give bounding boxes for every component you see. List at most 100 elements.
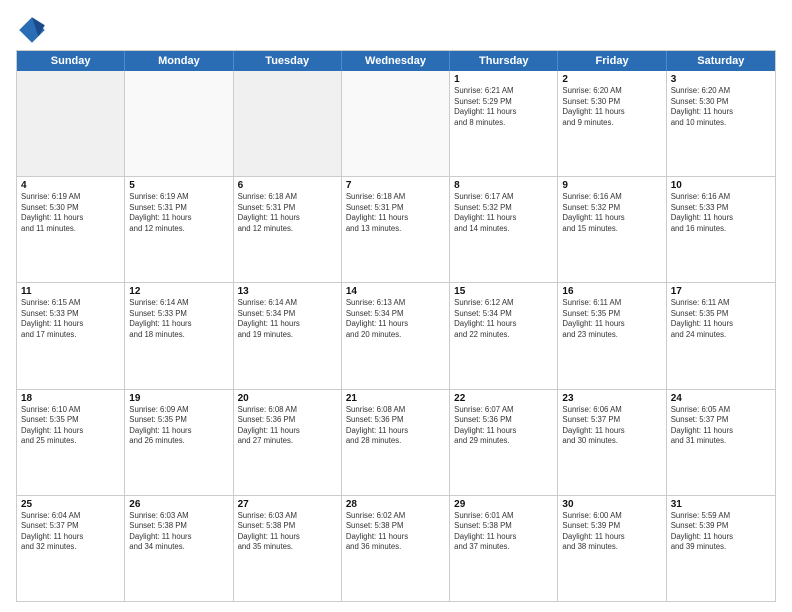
calendar-cell: 27Sunrise: 6:03 AM Sunset: 5:38 PM Dayli… [234, 496, 342, 601]
cell-info: Sunrise: 6:12 AM Sunset: 5:34 PM Dayligh… [454, 298, 553, 340]
cell-info: Sunrise: 6:02 AM Sunset: 5:38 PM Dayligh… [346, 511, 445, 553]
calendar-cell: 1Sunrise: 6:21 AM Sunset: 5:29 PM Daylig… [450, 71, 558, 176]
calendar-cell: 22Sunrise: 6:07 AM Sunset: 5:36 PM Dayli… [450, 390, 558, 495]
day-number: 10 [671, 180, 771, 191]
day-number: 27 [238, 499, 337, 510]
day-number: 22 [454, 393, 553, 404]
cell-info: Sunrise: 6:01 AM Sunset: 5:38 PM Dayligh… [454, 511, 553, 553]
day-number: 29 [454, 499, 553, 510]
cell-info: Sunrise: 6:11 AM Sunset: 5:35 PM Dayligh… [671, 298, 771, 340]
cell-info: Sunrise: 6:10 AM Sunset: 5:35 PM Dayligh… [21, 405, 120, 447]
cell-info: Sunrise: 6:18 AM Sunset: 5:31 PM Dayligh… [346, 192, 445, 234]
day-number: 31 [671, 499, 771, 510]
cell-info: Sunrise: 6:20 AM Sunset: 5:30 PM Dayligh… [671, 86, 771, 128]
day-number: 15 [454, 286, 553, 297]
calendar-cell: 19Sunrise: 6:09 AM Sunset: 5:35 PM Dayli… [125, 390, 233, 495]
calendar-cell: 14Sunrise: 6:13 AM Sunset: 5:34 PM Dayli… [342, 283, 450, 388]
day-number: 17 [671, 286, 771, 297]
cell-info: Sunrise: 6:04 AM Sunset: 5:37 PM Dayligh… [21, 511, 120, 553]
day-number: 5 [129, 180, 228, 191]
calendar-cell: 2Sunrise: 6:20 AM Sunset: 5:30 PM Daylig… [558, 71, 666, 176]
day-number: 30 [562, 499, 661, 510]
header-day: Thursday [450, 51, 558, 71]
calendar-cell: 24Sunrise: 6:05 AM Sunset: 5:37 PM Dayli… [667, 390, 775, 495]
calendar-cell: 11Sunrise: 6:15 AM Sunset: 5:33 PM Dayli… [17, 283, 125, 388]
cell-info: Sunrise: 6:03 AM Sunset: 5:38 PM Dayligh… [129, 511, 228, 553]
page: SundayMondayTuesdayWednesdayThursdayFrid… [0, 0, 792, 612]
day-number: 4 [21, 180, 120, 191]
calendar-cell: 13Sunrise: 6:14 AM Sunset: 5:34 PM Dayli… [234, 283, 342, 388]
day-number: 11 [21, 286, 120, 297]
calendar-header: SundayMondayTuesdayWednesdayThursdayFrid… [17, 51, 775, 71]
cell-info: Sunrise: 6:03 AM Sunset: 5:38 PM Dayligh… [238, 511, 337, 553]
calendar-cell: 9Sunrise: 6:16 AM Sunset: 5:32 PM Daylig… [558, 177, 666, 282]
calendar-row: 18Sunrise: 6:10 AM Sunset: 5:35 PM Dayli… [17, 389, 775, 495]
day-number: 9 [562, 180, 661, 191]
cell-info: Sunrise: 5:59 AM Sunset: 5:39 PM Dayligh… [671, 511, 771, 553]
cell-info: Sunrise: 6:19 AM Sunset: 5:31 PM Dayligh… [129, 192, 228, 234]
calendar-cell: 18Sunrise: 6:10 AM Sunset: 5:35 PM Dayli… [17, 390, 125, 495]
day-number: 21 [346, 393, 445, 404]
cell-info: Sunrise: 6:13 AM Sunset: 5:34 PM Dayligh… [346, 298, 445, 340]
header-day: Wednesday [342, 51, 450, 71]
day-number: 14 [346, 286, 445, 297]
cell-info: Sunrise: 6:21 AM Sunset: 5:29 PM Dayligh… [454, 86, 553, 128]
day-number: 12 [129, 286, 228, 297]
calendar-row: 1Sunrise: 6:21 AM Sunset: 5:29 PM Daylig… [17, 71, 775, 176]
cell-info: Sunrise: 6:14 AM Sunset: 5:33 PM Dayligh… [129, 298, 228, 340]
calendar-row: 11Sunrise: 6:15 AM Sunset: 5:33 PM Dayli… [17, 282, 775, 388]
calendar-cell [17, 71, 125, 176]
cell-info: Sunrise: 6:15 AM Sunset: 5:33 PM Dayligh… [21, 298, 120, 340]
cell-info: Sunrise: 6:07 AM Sunset: 5:36 PM Dayligh… [454, 405, 553, 447]
day-number: 7 [346, 180, 445, 191]
calendar-cell: 10Sunrise: 6:16 AM Sunset: 5:33 PM Dayli… [667, 177, 775, 282]
calendar-cell: 8Sunrise: 6:17 AM Sunset: 5:32 PM Daylig… [450, 177, 558, 282]
day-number: 18 [21, 393, 120, 404]
calendar-cell: 6Sunrise: 6:18 AM Sunset: 5:31 PM Daylig… [234, 177, 342, 282]
calendar-cell: 7Sunrise: 6:18 AM Sunset: 5:31 PM Daylig… [342, 177, 450, 282]
header-day: Sunday [17, 51, 125, 71]
calendar-cell: 20Sunrise: 6:08 AM Sunset: 5:36 PM Dayli… [234, 390, 342, 495]
header-day: Tuesday [234, 51, 342, 71]
calendar-cell: 23Sunrise: 6:06 AM Sunset: 5:37 PM Dayli… [558, 390, 666, 495]
calendar: SundayMondayTuesdayWednesdayThursdayFrid… [16, 50, 776, 602]
cell-info: Sunrise: 6:06 AM Sunset: 5:37 PM Dayligh… [562, 405, 661, 447]
cell-info: Sunrise: 6:14 AM Sunset: 5:34 PM Dayligh… [238, 298, 337, 340]
day-number: 23 [562, 393, 661, 404]
day-number: 20 [238, 393, 337, 404]
cell-info: Sunrise: 6:19 AM Sunset: 5:30 PM Dayligh… [21, 192, 120, 234]
calendar-cell: 17Sunrise: 6:11 AM Sunset: 5:35 PM Dayli… [667, 283, 775, 388]
cell-info: Sunrise: 6:08 AM Sunset: 5:36 PM Dayligh… [238, 405, 337, 447]
calendar-row: 4Sunrise: 6:19 AM Sunset: 5:30 PM Daylig… [17, 176, 775, 282]
cell-info: Sunrise: 6:18 AM Sunset: 5:31 PM Dayligh… [238, 192, 337, 234]
day-number: 3 [671, 74, 771, 85]
logo-icon [16, 14, 48, 46]
calendar-cell: 29Sunrise: 6:01 AM Sunset: 5:38 PM Dayli… [450, 496, 558, 601]
day-number: 2 [562, 74, 661, 85]
day-number: 6 [238, 180, 337, 191]
calendar-cell [342, 71, 450, 176]
calendar-body: 1Sunrise: 6:21 AM Sunset: 5:29 PM Daylig… [17, 71, 775, 601]
cell-info: Sunrise: 6:09 AM Sunset: 5:35 PM Dayligh… [129, 405, 228, 447]
cell-info: Sunrise: 6:08 AM Sunset: 5:36 PM Dayligh… [346, 405, 445, 447]
calendar-cell: 30Sunrise: 6:00 AM Sunset: 5:39 PM Dayli… [558, 496, 666, 601]
cell-info: Sunrise: 6:05 AM Sunset: 5:37 PM Dayligh… [671, 405, 771, 447]
day-number: 26 [129, 499, 228, 510]
calendar-cell: 26Sunrise: 6:03 AM Sunset: 5:38 PM Dayli… [125, 496, 233, 601]
calendar-cell: 3Sunrise: 6:20 AM Sunset: 5:30 PM Daylig… [667, 71, 775, 176]
cell-info: Sunrise: 6:16 AM Sunset: 5:33 PM Dayligh… [671, 192, 771, 234]
day-number: 1 [454, 74, 553, 85]
header-day: Friday [558, 51, 666, 71]
header-day: Monday [125, 51, 233, 71]
cell-info: Sunrise: 6:20 AM Sunset: 5:30 PM Dayligh… [562, 86, 661, 128]
cell-info: Sunrise: 6:16 AM Sunset: 5:32 PM Dayligh… [562, 192, 661, 234]
calendar-cell: 31Sunrise: 5:59 AM Sunset: 5:39 PM Dayli… [667, 496, 775, 601]
calendar-cell: 5Sunrise: 6:19 AM Sunset: 5:31 PM Daylig… [125, 177, 233, 282]
header-day: Saturday [667, 51, 775, 71]
day-number: 25 [21, 499, 120, 510]
cell-info: Sunrise: 6:17 AM Sunset: 5:32 PM Dayligh… [454, 192, 553, 234]
calendar-cell [234, 71, 342, 176]
calendar-cell: 4Sunrise: 6:19 AM Sunset: 5:30 PM Daylig… [17, 177, 125, 282]
day-number: 13 [238, 286, 337, 297]
calendar-cell: 16Sunrise: 6:11 AM Sunset: 5:35 PM Dayli… [558, 283, 666, 388]
